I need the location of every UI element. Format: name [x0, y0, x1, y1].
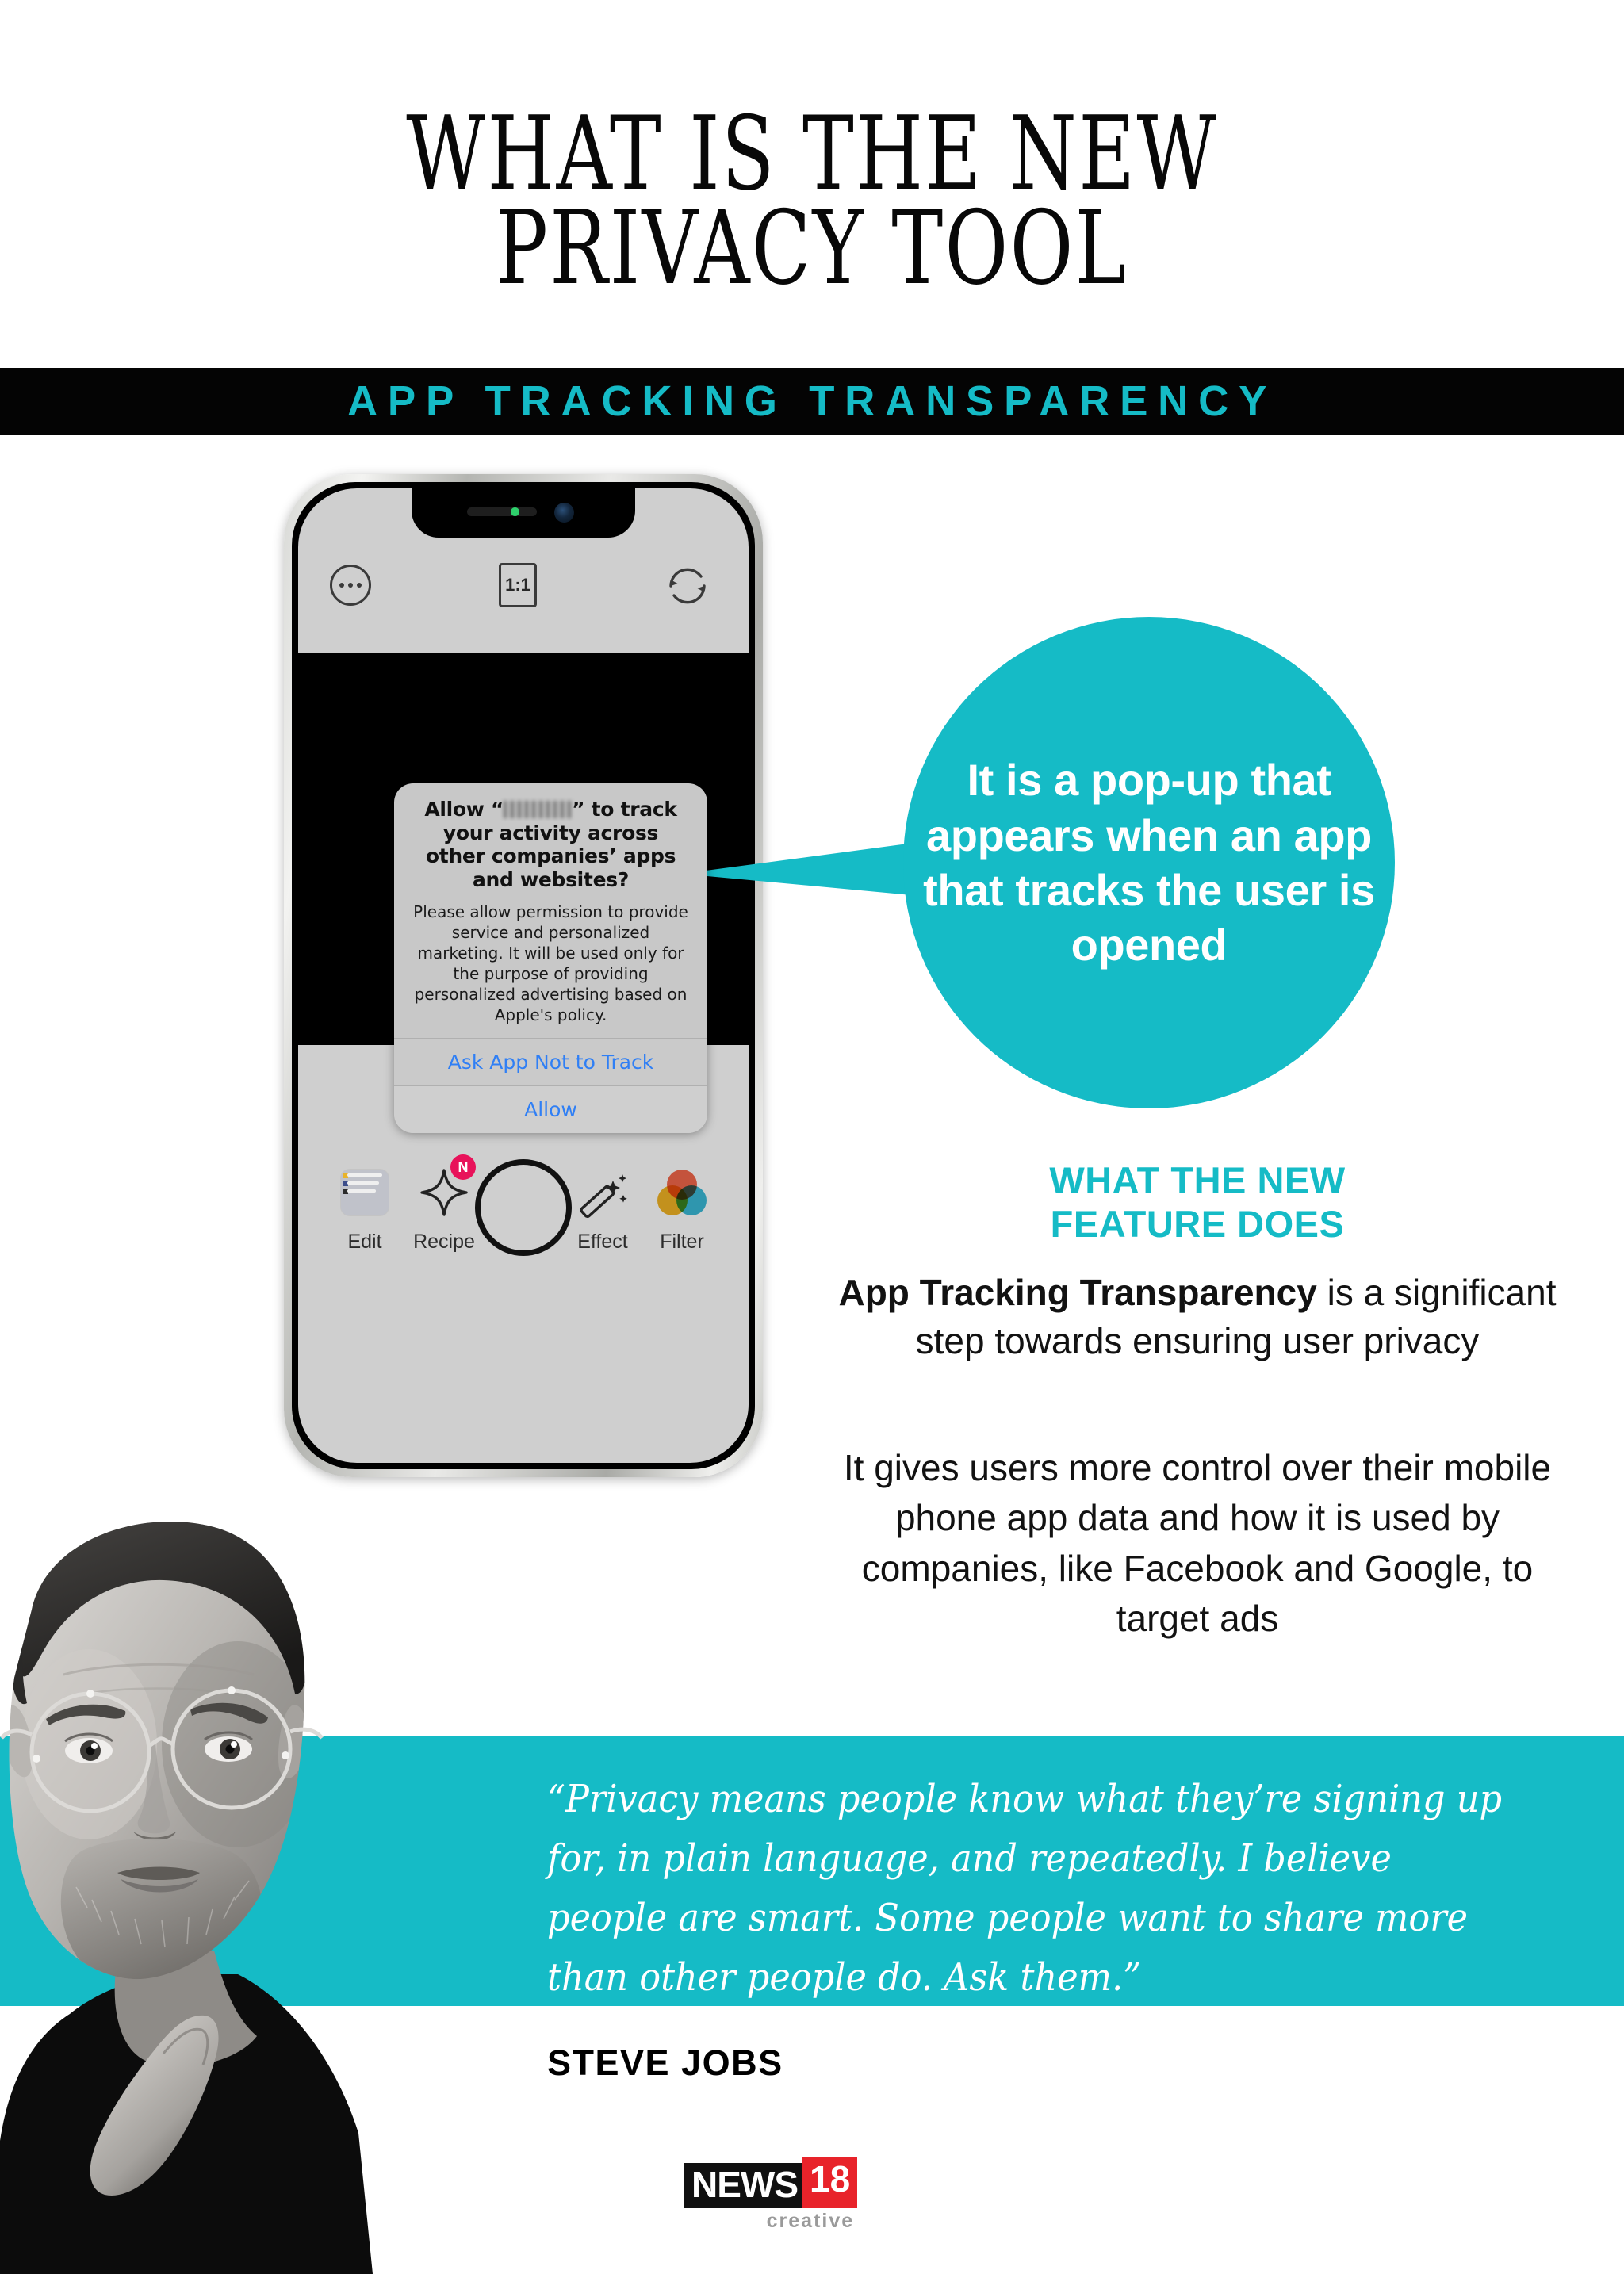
phone-screen: 1:1 Allow “” to track your activity acro…	[298, 488, 749, 1463]
magic-wand-icon	[573, 1156, 632, 1229]
front-camera-icon	[554, 503, 574, 523]
camera-top-panel: 1:1	[298, 488, 749, 653]
allow-button[interactable]: Allow	[394, 1085, 707, 1133]
ask-app-not-to-track-button[interactable]: Ask App Not to Track	[394, 1038, 707, 1085]
tool-label-effect: Effect	[577, 1231, 628, 1253]
att-permission-dialog: Allow “” to track your activity across o…	[394, 783, 707, 1133]
feature-term-bold: App Tracking Transparency	[838, 1272, 1317, 1313]
headline-line-2: PRIVACY TOOL	[496, 190, 1128, 308]
tool-label-edit: Edit	[347, 1231, 382, 1253]
att-dialog-body: Allow “” to track your activity across o…	[394, 783, 707, 1038]
earpiece-speaker	[467, 507, 537, 516]
feature-paragraph-2: It gives users more control over their m…	[843, 1447, 1552, 1640]
logo-creative-text: creative	[766, 2210, 855, 2232]
subtitle-text: APP TRACKING TRANSPARENCY	[347, 377, 1277, 425]
feature-heading-line-2: FEATURE DOES	[1050, 1202, 1345, 1245]
news18-logo: NEWS 18 creative	[684, 2157, 858, 2233]
att-dialog-title: Allow “” to track your activity across o…	[412, 798, 690, 891]
color-circles-icon	[657, 1156, 707, 1229]
page-title: WHAT IS THE NEW PRIVACY TOOL	[0, 103, 1624, 308]
tool-recipe[interactable]: N Recipe	[406, 1154, 482, 1254]
sparkle-icon: N	[416, 1154, 476, 1229]
speech-bubble-tail	[682, 842, 920, 899]
tool-filter[interactable]: Filter	[644, 1156, 720, 1254]
quote-attribution: STEVE JOBS	[547, 2042, 783, 2083]
feature-paragraph-1: App Tracking Transparency is a significa…	[825, 1269, 1570, 1365]
camera-tool-row: Edit N Recipe Effect Filter	[298, 1154, 749, 1291]
camera-active-indicator	[511, 507, 519, 516]
logo-news-text: NEWS	[684, 2163, 804, 2208]
aspect-ratio-button[interactable]: 1:1	[499, 563, 537, 607]
redacted-app-name	[504, 801, 573, 818]
tool-label-recipe: Recipe	[413, 1231, 475, 1253]
feature-heading-line-1: WHAT THE NEW	[1049, 1159, 1346, 1201]
feature-heading: WHAT THE NEW FEATURE DOES	[841, 1159, 1554, 1246]
logo-18-text: 18	[802, 2157, 858, 2208]
phone-mockup: 1:1 Allow “” to track your activity acro…	[270, 469, 777, 1484]
camera-topbar: 1:1	[298, 558, 749, 618]
tool-effect[interactable]: Effect	[565, 1156, 641, 1254]
tool-label-filter: Filter	[660, 1231, 704, 1253]
quote-text: “Privacy means people know what they’re …	[547, 1777, 1503, 2000]
shutter-button[interactable]	[475, 1159, 572, 1256]
phone-notch	[412, 488, 635, 538]
subtitle-band: APP TRACKING TRANSPARENCY	[0, 368, 1624, 435]
recipe-new-badge: N	[450, 1154, 476, 1180]
ellipsis-icon[interactable]	[330, 565, 371, 606]
steve-jobs-portrait	[0, 1506, 508, 2274]
speech-bubble-text: It is a pop-up that appears when an app …	[923, 755, 1375, 970]
tool-shutter[interactable]	[475, 1156, 572, 1256]
logo-row: NEWS 18	[684, 2157, 858, 2208]
edit-card-icon	[341, 1156, 389, 1229]
speech-bubble: It is a pop-up that appears when an app …	[903, 617, 1395, 1108]
camera-flip-icon[interactable]	[665, 563, 710, 609]
att-title-prefix: Allow “	[424, 798, 504, 821]
att-dialog-description: Please allow permission to provide servi…	[413, 902, 688, 1024]
tool-edit[interactable]: Edit	[327, 1156, 403, 1254]
